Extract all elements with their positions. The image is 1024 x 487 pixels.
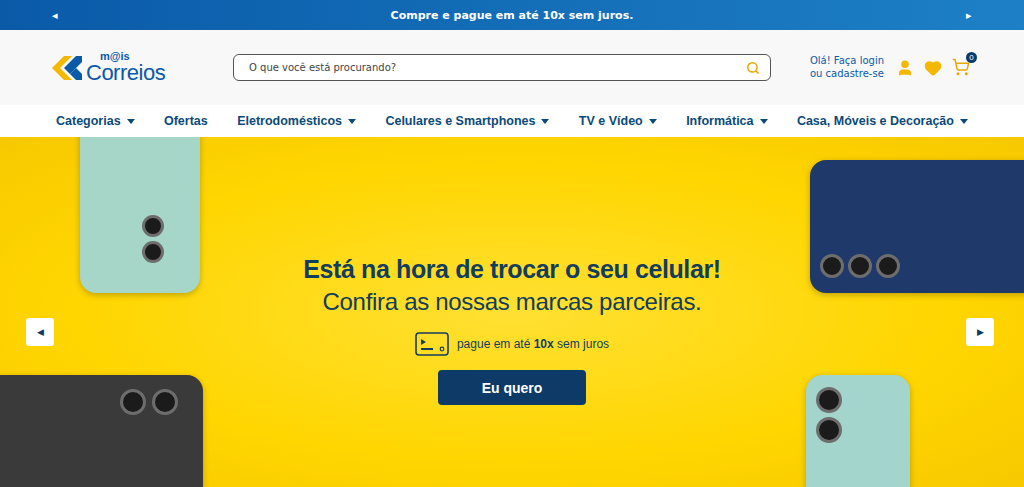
search-input[interactable] (247, 61, 746, 74)
search-box (233, 54, 771, 81)
banner-title: Está na hora de trocar o seu celular! (303, 255, 720, 284)
login-link[interactable]: Olá! Faça loginou cadastre-se (810, 55, 884, 80)
nav-item[interactable]: TV e Vídeo (579, 114, 657, 128)
phone-image (810, 160, 1024, 293)
nav-item[interactable]: Celulares e Smartphones (385, 114, 549, 128)
user-icon[interactable] (896, 59, 914, 77)
card-icon (415, 332, 449, 356)
nav-item[interactable]: Informática (686, 114, 767, 128)
payment-text: pague em até 10x sem juros (457, 337, 609, 351)
phone-image (0, 375, 203, 487)
promo-prev-button[interactable]: ◂ (52, 9, 58, 22)
caret-icon (649, 119, 657, 124)
caret-icon (960, 119, 968, 124)
promo-next-button[interactable]: ▸ (966, 9, 972, 22)
hero-banner: ◀ ▶ Está na hora de trocar o seu celular! C… (0, 137, 1024, 487)
heart-icon[interactable] (924, 59, 942, 77)
cta-button[interactable]: Eu quero (438, 370, 586, 405)
payment-note: pague em até 10x sem juros (415, 332, 609, 356)
promo-message: Compre e pague em até 10x sem juros. (391, 9, 634, 22)
search-icon[interactable] (746, 61, 760, 75)
phone-image (80, 137, 200, 293)
banner-next-button[interactable]: ▶ (966, 318, 994, 346)
cart-button[interactable]: 0 (952, 58, 972, 78)
banner-subtitle: Confira as nossas marcas parceiras. (323, 288, 702, 316)
logo-prefix: m@is (100, 51, 165, 62)
page: ◂ Compre e pague em até 10x sem juros. ▸ m@… (0, 0, 1024, 487)
nav-item[interactable]: Eletrodomésticos (237, 114, 356, 128)
header-actions: Olá! Faça loginou cadastre-se 0 (810, 55, 972, 80)
caret-icon (127, 119, 135, 124)
promo-bar: ◂ Compre e pague em até 10x sem juros. ▸ (0, 0, 1024, 30)
nav-bar: Categorias Ofertas Eletrodomésticos Celular… (0, 105, 1024, 137)
logo[interactable]: m@isCorreios (52, 51, 233, 84)
nav-item[interactable]: Categorias (56, 114, 135, 128)
caret-icon (348, 119, 356, 124)
phone-image (806, 375, 910, 487)
logo-text: m@isCorreios (86, 51, 165, 84)
nav-item[interactable]: Casa, Móveis e Decoração (797, 114, 968, 128)
header: m@isCorreios Olá! Faça loginou cadastre-s… (0, 30, 1024, 105)
cart-badge: 0 (966, 52, 977, 63)
caret-icon (541, 119, 549, 124)
caret-icon (760, 119, 768, 124)
banner-prev-button[interactable]: ◀ (26, 318, 54, 346)
nav-item[interactable]: Ofertas (164, 114, 208, 128)
logo-name: Correios (86, 62, 165, 84)
logo-icon (52, 56, 82, 80)
